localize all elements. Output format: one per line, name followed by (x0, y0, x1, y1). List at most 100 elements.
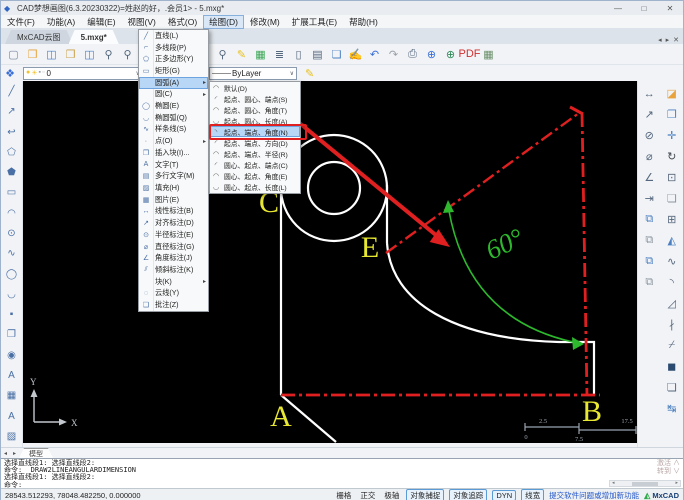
save-as-icon[interactable]: ◫ (80, 45, 99, 63)
bring-front-icon[interactable]: ⧉ (640, 211, 658, 228)
aligned-dim-icon[interactable]: ↗ (640, 106, 658, 123)
draw-menu-item[interactable]: ◌ 云线(Y) (139, 287, 208, 299)
break-icon[interactable]: ∤ (663, 316, 681, 333)
menubar-item[interactable]: 扩展工具(E) (286, 15, 343, 29)
diagonal-centerline-entity[interactable] (386, 113, 579, 253)
model-layout-tab[interactable]: 模型 (19, 448, 53, 458)
status-toggle[interactable]: 线宽 (521, 489, 544, 500)
new-file-icon[interactable]: ▢ (4, 45, 23, 63)
open-folder-icon[interactable]: ❒ (61, 45, 80, 63)
zoom-window-icon[interactable]: ⚲ (118, 45, 137, 63)
angle-dimension-text[interactable]: 60° (481, 222, 528, 265)
draw-menu-item[interactable]: ❐ 插入块(I)... (139, 147, 208, 159)
linetype-select[interactable]: ——— ByLayer ∨ (209, 67, 297, 80)
draw-menu-item[interactable]: ⊙ 半径标注(E) (139, 229, 208, 241)
prev-tab-icon[interactable]: ◂ (658, 36, 662, 44)
status-toggle[interactable]: 对象追踪 (449, 489, 487, 500)
edit-form-icon[interactable]: ✍ (346, 45, 365, 63)
bring-above-icon[interactable]: ⧉ (640, 253, 658, 270)
spline-edit-icon[interactable]: ∿ (663, 253, 681, 270)
construction-line-icon[interactable]: ↗ (4, 104, 20, 119)
file-tab[interactable]: MxCAD云图 (5, 30, 73, 44)
continue-dim-icon[interactable]: ⇥ (640, 190, 658, 207)
print-icon[interactable]: ⎙ (403, 45, 422, 63)
arc-submenu-item[interactable]: ◠ 默认(D) (210, 82, 300, 93)
next-tab-icon[interactable]: ▸ (666, 36, 670, 44)
inscribed-polygon-icon[interactable]: ⬟ (4, 165, 20, 180)
layers-icon[interactable]: ❖ (1, 67, 19, 80)
array-icon[interactable]: ⊞ (663, 211, 681, 228)
draw-menu-item[interactable]: ◡ 椭圆弧(Q) (139, 112, 208, 124)
draw-menu-item[interactable]: ⌐ 多线段(P) (139, 42, 208, 54)
status-toggle[interactable]: 极轴 (382, 490, 401, 500)
box-icon[interactable]: ◼ (663, 358, 681, 375)
draw-menu-item[interactable]: ⌀ 直径标注(G) (139, 241, 208, 253)
minimize-button[interactable]: — (605, 2, 631, 15)
web-icon[interactable]: ⊕ (422, 45, 441, 63)
edit-pencil-icon[interactable]: ✎ (305, 67, 314, 80)
linear-dim-icon[interactable]: ↔ (640, 85, 658, 102)
menubar-item[interactable]: 功能(A) (41, 15, 81, 29)
spline-icon[interactable]: ∿ (4, 246, 20, 261)
globe-icon[interactable]: ⊕ (441, 45, 460, 63)
undo-icon[interactable]: ↶ (365, 45, 384, 63)
draw-menu-item[interactable]: 圆(C) (139, 89, 208, 101)
circle-icon[interactable]: ⊙ (4, 226, 20, 241)
polyline-icon[interactable]: ↩ (4, 125, 20, 140)
rotate-icon[interactable]: ↻ (663, 148, 681, 165)
zoom-dyn-icon[interactable]: ⚲ (213, 45, 232, 63)
arc-submenu-item[interactable]: ◠ 起点、圆心、角度(T) (210, 104, 300, 115)
right-step-line-entity[interactable] (559, 342, 594, 395)
erase-icon[interactable]: ◪ (663, 85, 681, 102)
draw-menu-item[interactable]: 块(K) (139, 276, 208, 288)
draw-menu-item[interactable]: ∙ 点(O) (139, 135, 208, 147)
maximize-button[interactable]: □ (631, 2, 657, 15)
save-icon[interactable]: ◫ (42, 45, 61, 63)
trim-icon[interactable]: ⌿ (663, 337, 681, 354)
menubar-item[interactable]: 修改(M) (244, 15, 286, 29)
menubar-item[interactable]: 视图(V) (122, 15, 162, 29)
close-button[interactable]: ✕ (657, 2, 683, 15)
draw-menu-item[interactable]: ↗ 对齐标注(D) (139, 217, 208, 229)
draw-menu-item[interactable]: ▦ 图片(E) (139, 194, 208, 206)
copy-icon[interactable]: ❐ (663, 106, 681, 123)
drawing-canvas[interactable]: 60° C E A B 2.5 0 7.5 17.5 (23, 81, 638, 443)
scroll-right-icon[interactable]: ▸ (675, 480, 678, 487)
offset-icon[interactable]: ❏ (663, 190, 681, 207)
draw-menu-item[interactable]: ↔ 线性标注(B) (139, 206, 208, 218)
polygon-icon[interactable]: ⬠ (4, 145, 20, 160)
wipeout-icon[interactable]: ❏ (663, 379, 681, 396)
rectangle-icon[interactable]: ▭ (4, 185, 20, 200)
image-export-icon[interactable]: ▦ (479, 45, 498, 63)
zoom-extents-icon[interactable]: ⚲ (99, 45, 118, 63)
form-icon[interactable]: ▤ (308, 45, 327, 63)
move-icon[interactable]: ✛ (663, 127, 681, 144)
file-tab[interactable]: 5.mxg* (69, 30, 119, 44)
draw-menu-item[interactable]: ⫽ 倾斜标注(K) (139, 264, 208, 276)
draw-menu-item[interactable]: ▭ 矩形(G) (139, 65, 208, 77)
menubar-item[interactable]: 编辑(E) (81, 15, 121, 29)
angular-dim-icon[interactable]: ∠ (640, 169, 658, 186)
insert-block-icon[interactable]: ❐ (4, 327, 20, 342)
status-toggle[interactable]: 栅格 (334, 490, 353, 500)
arc-submenu-item[interactable]: ◜ 起点、圆心、端点(S) (210, 93, 300, 104)
redo-icon[interactable]: ↷ (384, 45, 403, 63)
menubar-item[interactable]: 绘图(D) (203, 15, 244, 29)
status-toggle[interactable]: 正交 (358, 490, 377, 500)
draw-menu-item[interactable]: ▨ 填充(H) (139, 182, 208, 194)
select-form-icon[interactable]: ❏ (327, 45, 346, 63)
linetype-icon[interactable]: ≣ (270, 45, 289, 63)
arc-submenu-item[interactable]: ◠ 圆心、起点、角度(E) (210, 171, 300, 182)
point-label-b[interactable]: B (582, 395, 602, 428)
draw-menu-item[interactable]: 圆弧(A) (139, 77, 208, 89)
join-icon[interactable]: ↹ (663, 400, 681, 417)
command-scrollbar[interactable]: ◂ ▸ (609, 480, 681, 487)
arc-submenu-item[interactable]: ◠ 起点、端点、半径(R) (210, 149, 300, 160)
make-block-icon[interactable]: ◉ (4, 348, 20, 363)
ellipse-icon[interactable]: ◯ (4, 267, 20, 282)
menubar-item[interactable]: 格式(O) (162, 15, 203, 29)
layer-select[interactable]: ●☀▪▫ 0 ∨ (23, 67, 143, 80)
text-icon[interactable]: A (4, 368, 20, 383)
line-icon[interactable]: ╱ (4, 84, 20, 99)
hatch-icon[interactable]: ▨ (4, 429, 20, 444)
